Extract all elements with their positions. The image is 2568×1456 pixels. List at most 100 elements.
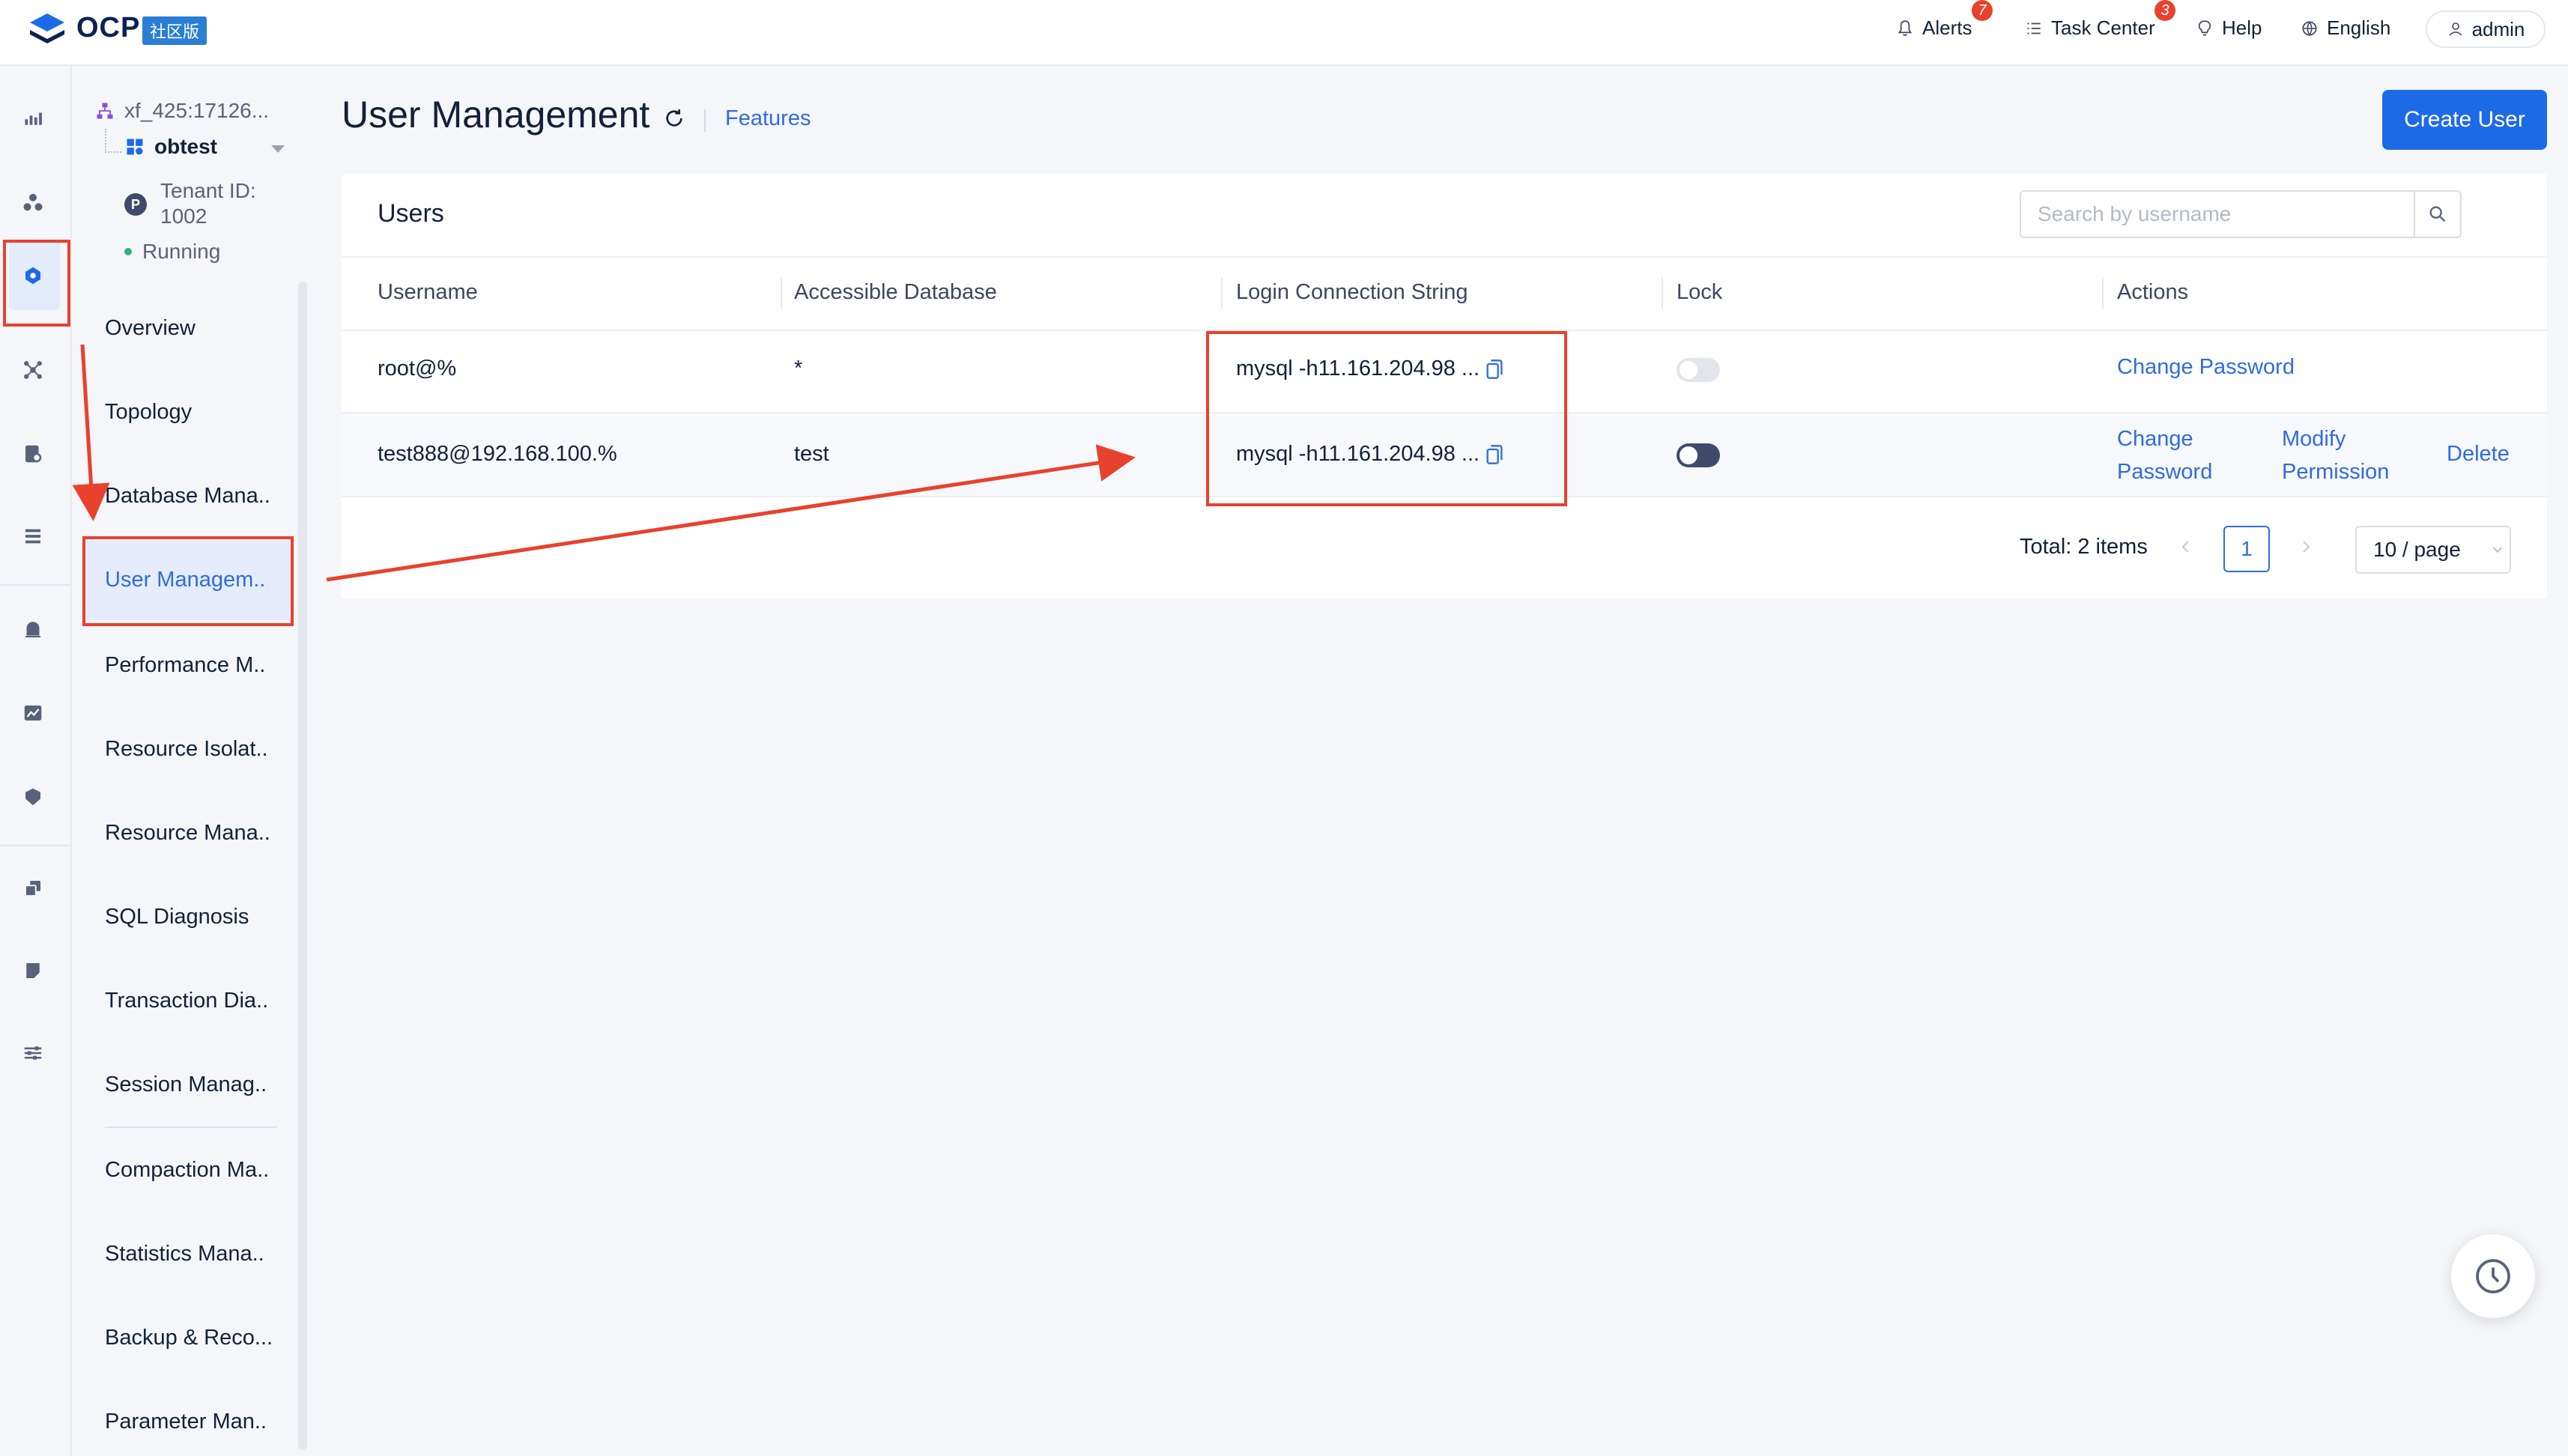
next-page-icon[interactable] bbox=[2298, 538, 2313, 556]
page-size-value: 10 / page bbox=[2373, 538, 2461, 561]
cluster-icon[interactable] bbox=[15, 184, 51, 220]
sidebar-menu-item[interactable]: Performance M.. bbox=[105, 653, 265, 678]
page-number-button[interactable]: 1 bbox=[2223, 526, 2270, 572]
sidebar-menu-item[interactable]: Database Mana.. bbox=[105, 484, 270, 509]
help-button[interactable]: Help bbox=[2195, 16, 2262, 40]
delete-link[interactable]: Delete bbox=[2447, 437, 2510, 470]
lock-switch[interactable] bbox=[1677, 443, 1720, 467]
page-title: User Management bbox=[342, 94, 650, 136]
tenant-grid-icon bbox=[127, 139, 143, 155]
tenant-id-icon: P bbox=[124, 193, 147, 216]
column-separator bbox=[1221, 277, 1223, 309]
settings-icon[interactable] bbox=[15, 1035, 51, 1071]
shield-icon[interactable] bbox=[15, 779, 51, 815]
task-center-count-badge: 3 bbox=[2154, 0, 2175, 21]
sql-icon[interactable] bbox=[15, 436, 51, 472]
sidebar-menu-item[interactable]: Resource Isolat.. bbox=[105, 737, 268, 762]
alerts-label: Alerts bbox=[1922, 16, 1972, 39]
username-cell: test888@192.168.100.% bbox=[378, 442, 617, 466]
clock-icon bbox=[2476, 1259, 2510, 1293]
chart-icon[interactable] bbox=[15, 100, 51, 136]
cluster-tree-icon bbox=[97, 103, 113, 119]
sidebar-menu-item[interactable]: Statistics Mana.. bbox=[105, 1242, 264, 1267]
page-size-select[interactable]: 10 / page bbox=[2355, 526, 2511, 574]
search-icon bbox=[2429, 206, 2446, 222]
alerts-count-badge: 7 bbox=[1972, 0, 1993, 21]
change-password-link[interactable]: Change Password bbox=[2117, 422, 2237, 488]
features-link[interactable]: Features bbox=[725, 106, 811, 131]
search-input[interactable] bbox=[2021, 192, 2418, 237]
search-button[interactable] bbox=[2414, 192, 2460, 237]
task-center-label: Task Center bbox=[2051, 16, 2155, 39]
column-header-lock: Lock bbox=[1677, 280, 1723, 304]
column-header-database: Accessible Database bbox=[794, 280, 997, 304]
cluster-selector[interactable]: xf_425:17126... bbox=[94, 99, 269, 123]
sidebar-menu-item[interactable]: Topology bbox=[105, 400, 192, 425]
sidebar-menu-item[interactable]: Overview bbox=[105, 316, 196, 341]
annotation-box-connection-string bbox=[1206, 331, 1567, 506]
refresh-icon[interactable] bbox=[662, 106, 686, 130]
ocp-logo-icon[interactable] bbox=[27, 10, 67, 48]
user-label: admin bbox=[2471, 17, 2525, 40]
lock-switch[interactable] bbox=[1677, 358, 1720, 382]
icon-nav-divider bbox=[0, 845, 70, 846]
card-title: Users bbox=[378, 199, 444, 228]
task-center-button[interactable]: Task Center 3 bbox=[2024, 0, 2175, 40]
globe-icon bbox=[2302, 20, 2317, 36]
alerts-button[interactable]: Alerts 7 bbox=[1895, 0, 1993, 40]
menu-divider bbox=[105, 1126, 277, 1128]
search-box bbox=[2020, 190, 2462, 238]
language-switcher[interactable]: English bbox=[2300, 16, 2390, 40]
table-header: Username Accessible Database Login Conne… bbox=[342, 256, 2547, 331]
switch-knob bbox=[1680, 361, 1698, 379]
lightbulb-icon bbox=[2198, 19, 2211, 36]
column-separator bbox=[781, 277, 782, 309]
sidebar-menu-item[interactable]: Session Manag.. bbox=[105, 1073, 267, 1097]
note-icon[interactable] bbox=[15, 953, 51, 989]
help-label: Help bbox=[2222, 16, 2262, 39]
cluster-name: xf_425:17126... bbox=[124, 99, 270, 122]
tenant-selector[interactable]: obtest bbox=[124, 135, 217, 159]
sidebar-scrollbar[interactable] bbox=[298, 282, 307, 1450]
title-divider bbox=[704, 109, 706, 132]
database-cell: test bbox=[794, 442, 829, 466]
alarm-icon[interactable] bbox=[15, 611, 51, 647]
tenant-id-label: Tenant ID: 1002 bbox=[160, 179, 256, 228]
column-header-connection: Login Connection String bbox=[1236, 280, 1468, 304]
create-user-button[interactable]: Create User bbox=[2382, 90, 2547, 150]
switch-knob bbox=[1680, 446, 1698, 464]
change-password-link[interactable]: Change Password bbox=[2117, 351, 2295, 383]
sidebar-menu-item[interactable]: Resource Mana.. bbox=[105, 821, 270, 846]
backup-icon[interactable] bbox=[15, 870, 51, 906]
sidebar-menu-item[interactable]: Transaction Dia.. bbox=[105, 989, 268, 1013]
caret-down-icon[interactable] bbox=[271, 145, 285, 153]
chevron-down-icon bbox=[2492, 547, 2502, 553]
logo-text[interactable]: OCP bbox=[76, 12, 140, 44]
user-menu[interactable]: admin bbox=[2426, 10, 2546, 48]
tree-connector bbox=[105, 129, 121, 153]
tenant-status-label: Running bbox=[142, 240, 221, 263]
monitor-icon[interactable] bbox=[15, 695, 51, 731]
sidebar-menu-item[interactable]: Compaction Ma.. bbox=[105, 1158, 269, 1183]
annotation-box-tenant-icon bbox=[3, 240, 70, 327]
list-icon[interactable] bbox=[15, 518, 51, 554]
annotation-box-user-management bbox=[82, 536, 294, 626]
user-icon bbox=[2449, 22, 2462, 36]
bell-icon bbox=[1898, 19, 1913, 36]
sidebar-menu-item[interactable]: SQL Diagnosis bbox=[105, 905, 249, 929]
prev-page-icon[interactable] bbox=[2178, 538, 2193, 556]
topology-icon[interactable] bbox=[15, 352, 51, 388]
edition-badge: 社区版 bbox=[142, 16, 208, 45]
column-header-username: Username bbox=[378, 280, 478, 304]
sidebar-menu-item[interactable]: Backup & Reco... bbox=[105, 1326, 273, 1350]
status-dot-icon bbox=[124, 248, 132, 255]
column-separator bbox=[1662, 277, 1663, 309]
modify-permission-link[interactable]: Modify Permission bbox=[2282, 422, 2417, 488]
sidebar-menu-item[interactable]: Parameter Man.. bbox=[105, 1410, 267, 1434]
column-separator bbox=[2102, 277, 2104, 309]
icon-nav-divider bbox=[0, 584, 70, 586]
column-header-actions: Actions bbox=[2117, 280, 2189, 304]
history-button[interactable] bbox=[2451, 1234, 2535, 1318]
tenant-name: obtest bbox=[154, 135, 217, 158]
pagination-total: Total: 2 items bbox=[2020, 535, 2148, 559]
